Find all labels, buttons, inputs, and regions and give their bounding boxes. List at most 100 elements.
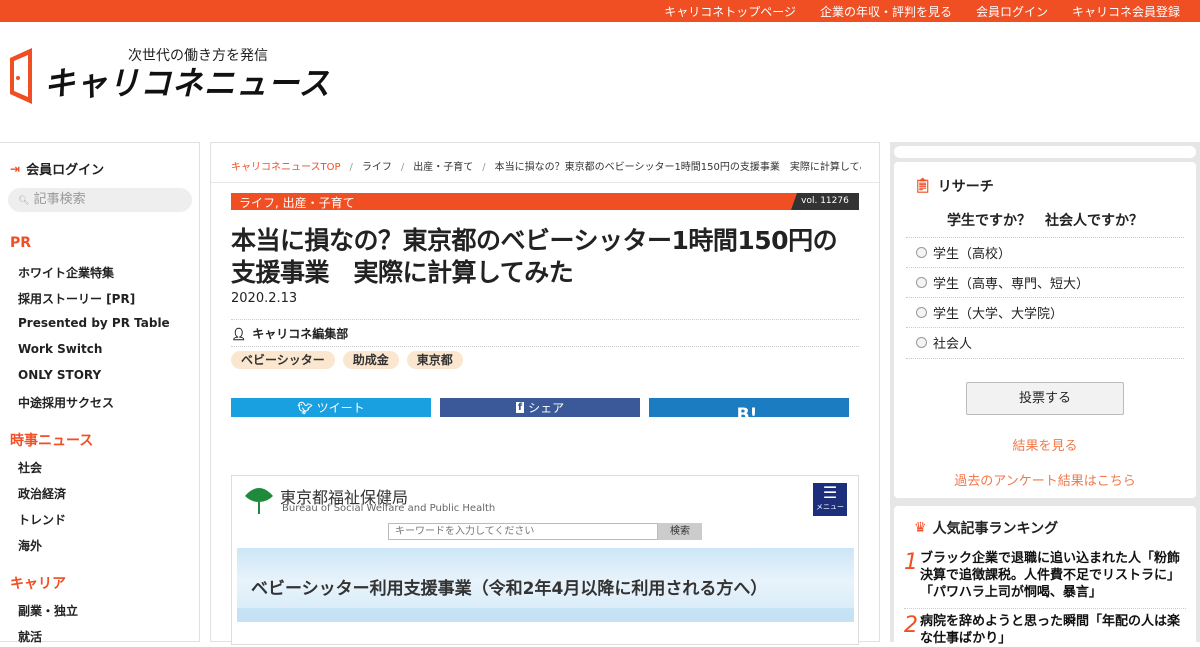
breadcrumb-link-top[interactable]: キャリコネニュースTOP — [231, 162, 341, 173]
ranking-item[interactable]: 2 病院を辞めようと思った瞬間「年配の人は楽な仕事ばかり」 — [904, 608, 1186, 647]
search-placeholder: 記事検索 — [33, 192, 86, 207]
ranking-number: 1 — [904, 550, 918, 575]
article-title: 本当に損なの？東京都のベビーシッター1時間150円の支援事業 実際に計算してみた — [231, 226, 838, 287]
sidebar-item[interactable]: 政治経済 — [18, 485, 66, 502]
sidebar-item[interactable]: 採用ストーリー [PR] — [18, 290, 135, 307]
divider — [211, 182, 879, 183]
sidebar-item[interactable]: 副業・独立 — [18, 602, 78, 619]
sidebar-item[interactable]: トレンド — [18, 511, 66, 528]
article-date: 2020.2.13 — [231, 291, 298, 306]
sidebar-item[interactable]: Work Switch — [18, 342, 102, 356]
site-wordmark: キャリコネニュース — [44, 65, 331, 104]
top-nav: キャリコネトップページ 企業の年収・評判を見る 会員ログイン キャリコネ会員登録 — [640, 0, 1180, 22]
ginkgo-leaf-icon — [245, 488, 273, 514]
sidebar-section-career: キャリア — [10, 576, 66, 592]
tag-list: ベビーシッター 助成金 東京都 — [231, 351, 471, 369]
poll-option-label: 学生（大学、大学院） — [933, 307, 1064, 322]
login-icon: ⇥ — [10, 161, 21, 176]
embedded-screenshot: 東京都福祉保健局 Bureau of Social Welfare and Pu… — [231, 475, 859, 645]
volume-badge: vol. 11276 — [791, 193, 859, 210]
research-heading: 📋︎ リサーチ — [914, 176, 994, 196]
article-author[interactable]: 👤︎ キャリコネ編集部 — [231, 325, 348, 342]
embedded-menu-button: ☰ メニュー — [813, 483, 847, 516]
embedded-search-button: 検索 — [658, 523, 702, 540]
site-logo[interactable]: 次世代の働き方を発信 キャリコネニュース — [10, 44, 350, 108]
poll-option-label: 学生（高専、専門、短大） — [933, 277, 1090, 292]
sidebar-item[interactable]: ホワイト企業特集 — [18, 264, 114, 281]
divider — [231, 346, 859, 347]
ranking-item[interactable]: 1 ブラック企業で退職に追い込まれた人「粉飾決算で追徴課税。人件費不足でリストラ… — [904, 550, 1186, 601]
hatena-icon: B! — [736, 405, 758, 417]
sidebar-item[interactable]: 社会 — [18, 459, 42, 476]
breadcrumb-link-parenting[interactable]: 出産・子育て — [413, 162, 473, 173]
poll-option-label: 社会人 — [933, 337, 973, 352]
poll-option[interactable]: 学生（高校） — [906, 237, 1184, 267]
left-sidebar: ⇥ 会員ログイン 🔍︎ 記事検索 PR ホワイト企業特集 採用ストーリー [PR… — [0, 142, 200, 645]
clipboard-icon: 📋︎ — [914, 178, 932, 194]
tweet-label: ツイート — [316, 401, 365, 415]
facebook-share-button[interactable]: f シェア — [440, 398, 640, 417]
search-input[interactable]: 🔍︎ 記事検索 — [8, 188, 192, 212]
sidebar-login-label: 会員ログイン — [26, 163, 105, 178]
breadcrumb-link-life[interactable]: ライフ — [362, 162, 392, 173]
facebook-share-label: シェア — [528, 401, 565, 415]
ranking-heading-label: 人気記事ランキング — [932, 521, 1059, 537]
divider — [231, 319, 859, 320]
radio-button[interactable] — [916, 337, 927, 348]
poll-question: 学生ですか？ 社会人ですか？ — [947, 213, 1143, 229]
embedded-banner: ベビーシッター利用支援事業（令和2年4月以降に利用される方へ） — [237, 548, 854, 622]
ranking-panel: ♛ 人気記事ランキング 1 ブラック企業で退職に追い込まれた人「粉飾決算で追徴課… — [894, 506, 1196, 646]
sidebar-login[interactable]: ⇥ 会員ログイン — [10, 159, 105, 179]
right-sidebar: 📋︎ リサーチ 学生ですか？ 社会人ですか？ 学生（高校） 学生（高専、専門、短… — [890, 142, 1200, 646]
research-heading-label: リサーチ — [937, 179, 994, 195]
sidebar-item[interactable]: Presented by PR Table — [18, 316, 170, 330]
ranking-heading: ♛ 人気記事ランキング — [914, 518, 1058, 538]
view-results-link[interactable]: 結果を見る — [894, 435, 1196, 454]
tag-babysitter[interactable]: ベビーシッター — [231, 351, 335, 369]
author-name: キャリコネ編集部 — [252, 327, 349, 341]
ranking-title: ブラック企業で退職に追い込まれた人「粉飾決算で追徴課税。人件費不足でリストラに」… — [920, 551, 1181, 600]
sidebar-section-pr: PR — [10, 235, 32, 251]
facebook-icon: f — [515, 402, 525, 413]
sidebar-item[interactable]: ONLY STORY — [18, 368, 101, 382]
divider — [906, 358, 1184, 359]
hamburger-icon: ☰ — [822, 483, 838, 502]
crown-icon: ♛ — [914, 520, 927, 536]
ranking-number: 2 — [904, 613, 918, 638]
twitter-icon: 🐦︎ — [297, 400, 313, 415]
article-category[interactable]: ライフ, 出産・子育て — [239, 194, 355, 211]
door-logo-icon — [10, 48, 32, 104]
poll-option[interactable]: 学生（大学、大学院） — [906, 297, 1184, 327]
radio-button[interactable] — [916, 277, 927, 288]
embedded-search-input: キーワードを入力してください — [388, 523, 658, 540]
sidebar-top-strip — [894, 146, 1196, 158]
embedded-org-name-en: Bureau of Social Welfare and Public Heal… — [282, 503, 496, 514]
radio-button[interactable] — [916, 247, 927, 258]
top-nav-link-top[interactable]: キャリコネトップページ — [664, 3, 796, 20]
hatena-bookmark-button[interactable]: B! — [649, 398, 849, 417]
user-icon: 👤︎ — [231, 326, 247, 341]
top-nav-link-register[interactable]: キャリコネ会員登録 — [1072, 3, 1180, 20]
sidebar-item[interactable]: 海外 — [18, 537, 42, 554]
sidebar-item[interactable]: 中途採用サクセス — [18, 394, 114, 411]
tag-tokyo[interactable]: 東京都 — [406, 351, 463, 369]
search-icon: 🔍︎ — [18, 196, 30, 206]
vote-button[interactable]: 投票する — [966, 382, 1124, 415]
research-poll: 📋︎ リサーチ 学生ですか？ 社会人ですか？ 学生（高校） 学生（高専、専門、短… — [894, 162, 1196, 498]
banner-wave — [237, 608, 854, 622]
poll-option[interactable]: 学生（高専、専門、短大） — [906, 267, 1184, 297]
article-main: キャリコネニュースTOP / ライフ / 出産・子育て / 本当に損なの？東京都のベビーシッ… — [210, 142, 880, 645]
tag-subsidy[interactable]: 助成金 — [342, 351, 399, 369]
top-nav-link-login[interactable]: 会員ログイン — [976, 3, 1048, 20]
breadcrumb-current: 本当に損なの？東京都のベビーシッター1時間150円の支援事業 実際に計算してみた — [494, 162, 861, 173]
poll-option-label: 学生（高校） — [933, 247, 1012, 262]
sidebar-item[interactable]: 就活 — [18, 628, 42, 645]
sidebar-section-news: 時事ニュース — [10, 433, 94, 449]
poll-option[interactable]: 社会人 — [906, 327, 1184, 357]
radio-button[interactable] — [916, 307, 927, 318]
top-nav-link-companies[interactable]: 企業の年収・評判を見る — [820, 3, 952, 20]
tweet-button[interactable]: 🐦︎ ツイート — [231, 398, 431, 417]
past-results-link[interactable]: 過去のアンケート結果はこちら — [894, 470, 1196, 489]
ranking-title: 病院を辞めようと思った瞬間「年配の人は楽な仕事ばかり」 — [920, 614, 1181, 646]
category-bar: ライフ, 出産・子育て vol. 11276 — [231, 193, 859, 210]
